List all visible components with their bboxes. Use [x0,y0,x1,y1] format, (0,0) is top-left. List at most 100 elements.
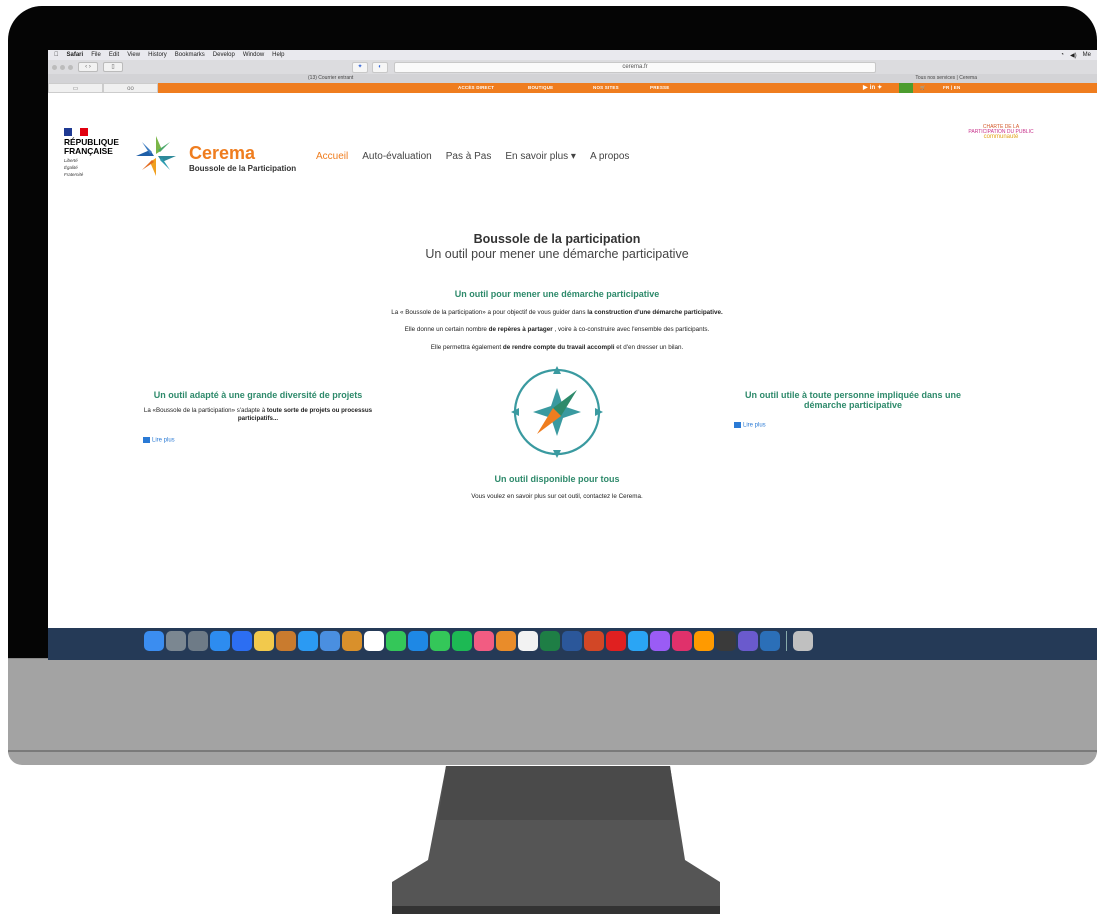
books-icon[interactable] [276,631,296,651]
screen:  Safari File Edit View History Bookmark… [48,50,1097,660]
menubar-app-name[interactable]: Safari [67,52,84,58]
final-cut-icon[interactable] [716,631,736,651]
rf-motto-1: Liberté [64,158,78,163]
tab-cerema[interactable]: Tous nos services | Cerema [915,75,977,81]
powerpoint-icon[interactable] [584,631,604,651]
minimize-window-icon[interactable] [60,64,65,70]
tab-courrier[interactable]: (13) Courrier entrant [308,75,353,81]
dock-icons [144,631,813,651]
topbar-boutique[interactable]: BOUTIQUE [528,85,553,90]
downloads-icon[interactable] [760,631,780,651]
launchpad-icon[interactable] [166,631,186,651]
word-icon[interactable] [562,631,582,651]
brand-name[interactable]: Cerema [189,143,255,164]
social-icons[interactable]: ▶ in ✦ [863,84,883,91]
wifi-icon[interactable]: ◔ [1060,52,1064,59]
menu-develop[interactable]: Develop [213,52,235,58]
acrobat-icon[interactable] [606,631,626,651]
sidebar-toggle-icon[interactable]: ▯ [103,62,123,72]
language-switch[interactable]: FR | EN [943,85,960,90]
address-bar[interactable]: cerema.fr [394,62,876,73]
cart-icon[interactable]: 🛒 [920,85,926,91]
intro-paragraph-1: La « Boussole de la participation» a pou… [391,309,723,316]
intro-paragraph-2: Elle donne un certain nombre de repères … [404,326,710,333]
notes-icon[interactable] [254,631,274,651]
premiere-icon[interactable] [650,631,670,651]
charte-line3: communauté [983,134,1019,140]
scrapbook-icon[interactable] [342,631,362,651]
cerema-topbar: ACCÈS DIRECT BOUTIQUE NOS SITES PRESSE ▶… [158,83,1097,93]
bottom-title: Un outil disponible pour tous [494,474,620,484]
safari-toolbar: ‹ › ▯ ✦ ◐ cerema.fr [48,60,1097,74]
nav-a-propos[interactable]: A propos [590,151,629,162]
cerema-logo-icon[interactable] [132,132,180,180]
trash-icon[interactable] [793,631,813,651]
menubar-clock[interactable]: Me [1083,52,1091,59]
messages-icon[interactable] [386,631,406,651]
calendar-icon[interactable] [364,631,384,651]
grid-icon [143,437,150,443]
menubar-status: ◔ ◀) Me [1060,52,1097,59]
reading-list-icon[interactable]: oo [103,83,158,93]
facetime-icon[interactable] [430,631,450,651]
photos-icon[interactable] [496,631,516,651]
brand-subtitle: Boussole de la Participation [189,164,297,173]
extension-icon[interactable]: ✦ [352,62,368,73]
safari-icon[interactable] [298,631,318,651]
imovie-icon[interactable] [738,631,758,651]
zoom-window-icon[interactable] [68,64,73,70]
menu-view[interactable]: View [127,52,140,58]
menu-bookmarks[interactable]: Bookmarks [175,52,205,58]
account-icon[interactable] [899,83,913,93]
nav-auto-evaluation[interactable]: Auto-évaluation [362,151,432,162]
spotify-icon[interactable] [452,631,472,651]
chat-icon[interactable] [408,631,428,651]
bottom-text: Vous voulez en savoir plus sur cet outil… [471,493,643,500]
photos-app-icon[interactable] [320,631,340,651]
rf-motto-3: Fraternité [64,172,84,177]
privacy-icon[interactable]: ◐ [372,62,388,73]
document-icon[interactable] [518,631,538,651]
system-preferences-icon[interactable] [188,631,208,651]
rf-line2: FRANÇAISE [64,146,113,156]
menu-window[interactable]: Window [243,52,264,58]
topbar-acces-direct[interactable]: ACCÈS DIRECT [458,85,494,90]
close-window-icon[interactable] [52,64,57,70]
republique-francaise-logo: RÉPUBLIQUE FRANÇAISE Liberté Égalité Fra… [64,128,119,177]
menu-help[interactable]: Help [272,52,284,58]
menu-edit[interactable]: Edit [109,52,119,58]
french-flag-icon [64,128,88,136]
left-title: Un outil adapté à une grande diversité d… [153,390,363,400]
rf-motto-2: Égalité [64,165,78,170]
mac-menubar:  Safari File Edit View History Bookmark… [48,50,1097,60]
window-controls [52,64,73,70]
mac-dock [48,628,1097,660]
topbar-presse[interactable]: PRESSE [650,85,669,90]
topbar-nos-sites[interactable]: NOS SITES [593,85,619,90]
volume-icon[interactable]: ◀) [1070,52,1077,59]
nav-pas-a-pas[interactable]: Pas à Pas [446,151,492,162]
charte-participation-logo[interactable]: CHARTE DE LA PARTICIPATION DU PUBLIC com… [966,118,1036,150]
indesign-icon[interactable] [672,631,692,651]
left-column: Un outil adapté à une grande diversité d… [128,390,388,423]
finder-icon[interactable] [144,631,164,651]
nav-accueil[interactable]: Accueil [316,151,348,162]
apple-icon[interactable]:  [54,52,59,58]
dock-separator [786,631,787,651]
illustrator-icon[interactable] [694,631,714,651]
dropbox-icon[interactable] [232,631,252,651]
grid-icon [734,422,741,428]
back-forward-button[interactable]: ‹ › [78,62,98,72]
menu-history[interactable]: History [148,52,167,58]
nav-en-savoir-plus[interactable]: En savoir plus ▾ [505,151,576,162]
left-read-more-link[interactable]: Lire plus [143,437,175,444]
music-icon[interactable] [474,631,494,651]
compass-icon [511,366,603,458]
right-read-more-link[interactable]: Lire plus [734,422,766,429]
app-store-icon[interactable] [210,631,230,651]
tab-bar: (13) Courrier entrant Tous nos services … [48,74,1097,83]
bookmarks-icon[interactable]: ▭ [48,83,103,93]
menu-file[interactable]: File [91,52,101,58]
photoshop-icon[interactable] [628,631,648,651]
excel-icon[interactable] [540,631,560,651]
